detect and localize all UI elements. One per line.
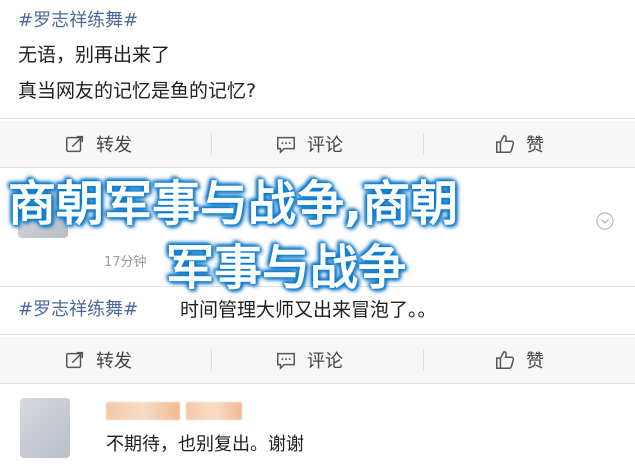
username-redacted [106,402,180,420]
separator [423,349,424,371]
forward-button[interactable]: 转发 [64,337,132,383]
comment-time: 17分钟 [104,255,147,270]
like-button[interactable]: 赞 [494,337,544,383]
thumbs-up-icon [496,351,515,369]
separator [423,133,424,155]
comment-label: 评论 [307,351,343,372]
post2-hashtag[interactable]: #罗志祥练舞# [18,295,138,321]
comment-icon [277,352,295,371]
post1-line1: 无语，别再出来了 [18,44,171,66]
forward-button[interactable]: 转发 [64,121,132,167]
like-label: 赞 [526,135,544,156]
divider [0,383,635,384]
comment-button[interactable]: 评论 [275,337,343,383]
forward-label: 转发 [96,351,132,372]
divider [0,167,635,168]
action-bar: 转发 评论 赞 [0,337,635,383]
forward-icon [66,351,84,369]
avatar[interactable] [20,398,70,458]
post1-line2: 真当网友的记忆是鱼的记忆? [18,80,257,102]
username-redacted [186,402,242,420]
thumbs-up-icon [496,135,515,153]
overlay-title-line1: 商朝军事与战争,商朝 [8,176,459,232]
like-button[interactable]: 赞 [494,121,544,167]
separator [211,349,212,371]
divider [0,118,635,119]
post3-text: 不期待，也别复出。谢谢 [106,434,304,455]
comment-icon [277,136,295,155]
post2-text: 时间管理大师又出来冒泡了。。 [180,299,437,321]
chevron-down-icon[interactable] [596,212,614,230]
action-bar: 转发 评论 赞 [0,121,635,167]
forward-icon [66,135,84,153]
separator [211,133,212,155]
overlay-title-line2: 军事与战争 [166,240,407,296]
comment-label: 评论 [307,135,343,156]
like-label: 赞 [526,351,544,372]
forward-label: 转发 [96,135,132,156]
divider [0,334,635,335]
comment-button[interactable]: 评论 [275,121,343,167]
post1-hashtag[interactable]: #罗志祥练舞# [18,6,138,32]
